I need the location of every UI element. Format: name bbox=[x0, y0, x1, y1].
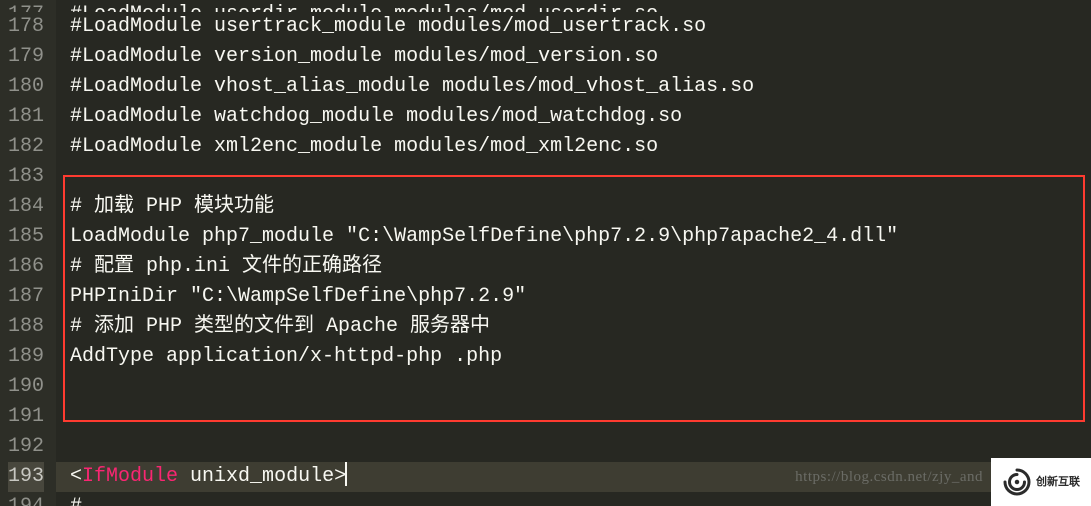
watermark-url: https://blog.csdn.net/zjy_and bbox=[795, 462, 983, 492]
code-line[interactable] bbox=[70, 402, 1091, 432]
watermark-logo: 创新互联 bbox=[991, 458, 1091, 506]
code-line[interactable] bbox=[70, 432, 1091, 462]
line-number: 180 bbox=[8, 72, 44, 102]
line-number: 184 bbox=[8, 192, 44, 222]
code-line[interactable]: #LoadModule usertrack_module modules/mod… bbox=[70, 12, 1091, 42]
code-line[interactable] bbox=[70, 372, 1091, 402]
code-line[interactable]: #LoadModule userdir_module modules/mod_u… bbox=[70, 0, 1091, 12]
code-editor[interactable]: 1771781791801811821831841851861871881891… bbox=[0, 0, 1091, 506]
code-content-area[interactable]: #LoadModule userdir_module modules/mod_u… bbox=[56, 0, 1091, 506]
logo-swirl-icon bbox=[1002, 467, 1032, 497]
line-number: 187 bbox=[8, 282, 44, 312]
code-line[interactable]: #LoadModule vhost_alias_module modules/m… bbox=[70, 72, 1091, 102]
line-number: 179 bbox=[8, 42, 44, 72]
code-line[interactable]: # 添加 PHP 类型的文件到 Apache 服务器中 bbox=[70, 312, 1091, 342]
line-number: 191 bbox=[8, 402, 44, 432]
code-line[interactable]: PHPIniDir "C:\WampSelfDefine\php7.2.9" bbox=[70, 282, 1091, 312]
line-number: 186 bbox=[8, 252, 44, 282]
line-number: 181 bbox=[8, 102, 44, 132]
code-line[interactable]: LoadModule php7_module "C:\WampSelfDefin… bbox=[70, 222, 1091, 252]
code-line[interactable]: #LoadModule xml2enc_module modules/mod_x… bbox=[70, 132, 1091, 162]
logo-text: 创新互联 bbox=[1036, 476, 1080, 488]
line-number: 188 bbox=[8, 312, 44, 342]
text-cursor bbox=[345, 462, 347, 486]
line-number: 194 bbox=[8, 492, 44, 506]
line-number: 189 bbox=[8, 342, 44, 372]
code-line[interactable]: # 加载 PHP 模块功能 bbox=[70, 192, 1091, 222]
line-number: 185 bbox=[8, 222, 44, 252]
code-line[interactable]: # 配置 php.ini 文件的正确路径 bbox=[70, 252, 1091, 282]
line-number: 182 bbox=[8, 132, 44, 162]
code-line[interactable]: # bbox=[70, 492, 1091, 506]
line-number: 190 bbox=[8, 372, 44, 402]
line-number: 192 bbox=[8, 432, 44, 462]
line-number: 193 bbox=[8, 462, 44, 492]
line-number-gutter: 1771781791801811821831841851861871881891… bbox=[0, 0, 56, 506]
code-line[interactable] bbox=[70, 162, 1091, 192]
code-line[interactable]: AddType application/x-httpd-php .php bbox=[70, 342, 1091, 372]
code-line[interactable]: #LoadModule watchdog_module modules/mod_… bbox=[70, 102, 1091, 132]
line-number: 178 bbox=[8, 12, 44, 42]
code-line[interactable]: #LoadModule version_module modules/mod_v… bbox=[70, 42, 1091, 72]
line-number: 183 bbox=[8, 162, 44, 192]
line-number: 177 bbox=[8, 0, 44, 12]
